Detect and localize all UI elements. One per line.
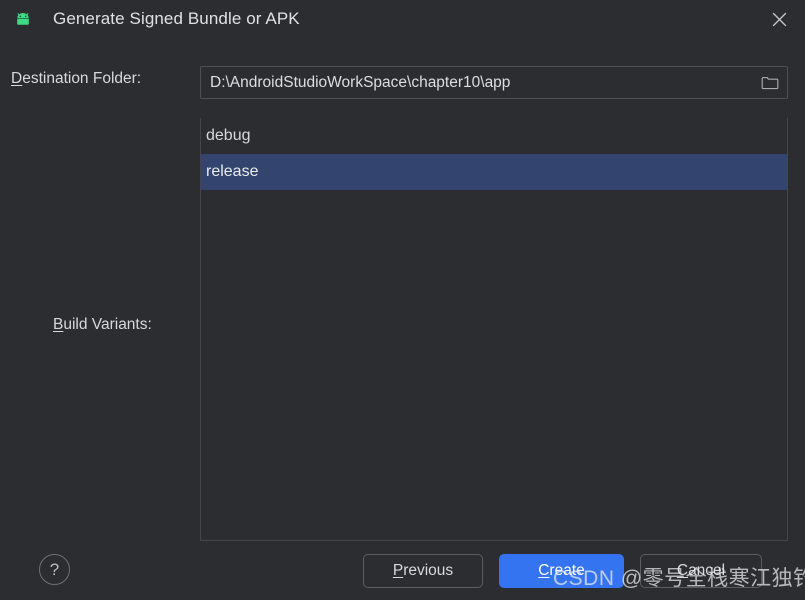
list-item[interactable]: release: [201, 154, 787, 190]
help-button[interactable]: ?: [39, 554, 70, 585]
cancel-button[interactable]: Cancel: [640, 554, 762, 588]
destination-label-mnemonic: D: [11, 70, 22, 87]
create-button-mnemonic: C: [538, 562, 549, 580]
create-button-label: reate: [549, 562, 584, 580]
destination-folder-field[interactable]: [200, 66, 788, 99]
cancel-button-label: ancel: [688, 562, 725, 580]
android-bugdroid-icon: [13, 10, 33, 30]
create-button[interactable]: Create: [499, 554, 624, 588]
previous-button-label: revious: [403, 562, 453, 580]
build-variants-label: Build Variants:: [53, 316, 152, 334]
previous-button-mnemonic: P: [393, 562, 403, 580]
build-variants-list[interactable]: debug release: [200, 118, 788, 541]
destination-folder-input[interactable]: [201, 67, 753, 98]
destination-folder-label: Destination Folder:: [11, 70, 141, 88]
build-variants-label-mnemonic: B: [53, 316, 63, 333]
folder-icon[interactable]: [753, 67, 787, 98]
destination-label-rest: estination Folder:: [22, 70, 141, 87]
build-variants-label-rest: uild Variants:: [63, 316, 151, 333]
close-icon[interactable]: [765, 5, 793, 33]
cancel-button-mnemonic: C: [677, 562, 688, 580]
dialog-titlebar: Generate Signed Bundle or APK: [0, 0, 805, 38]
generate-signed-bundle-dialog: Generate Signed Bundle or APK Destinatio…: [0, 0, 805, 600]
dialog-title: Generate Signed Bundle or APK: [53, 6, 300, 32]
previous-button[interactable]: Previous: [363, 554, 483, 588]
list-item[interactable]: debug: [201, 118, 787, 154]
